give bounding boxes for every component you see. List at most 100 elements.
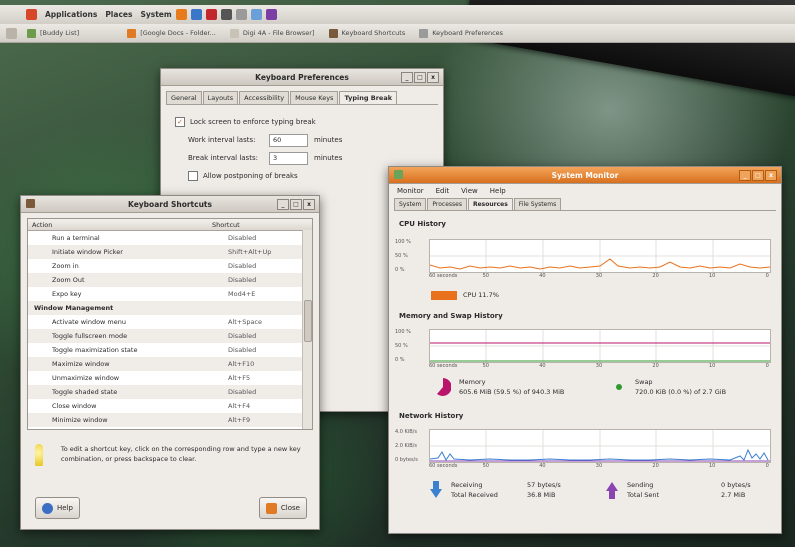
shortcut-cell: Disabled (228, 262, 257, 270)
maximize-button[interactable]: □ (752, 170, 764, 181)
maximize-button[interactable]: □ (290, 199, 302, 210)
network-history-graph (429, 429, 771, 463)
menu-help[interactable]: Help (490, 187, 506, 195)
cpu-color-swatch[interactable] (431, 291, 457, 300)
table-row[interactable]: Minimize window Alt+F9 (28, 413, 312, 427)
action-cell: Zoom Out (52, 276, 85, 284)
action-cell: Initiate window Picker (52, 248, 123, 256)
table-row[interactable]: Initiate window Picker Shift+Alt+Up (28, 245, 312, 259)
table-row[interactable]: Expo key Mod4+E (28, 287, 312, 301)
task-label: Keyboard Preferences (432, 29, 504, 37)
table-body: Run a terminal Disabled Initiate window Pi… (28, 231, 312, 427)
y-tick: 100 % (395, 239, 411, 245)
table-row[interactable]: Unmaximize window Alt+F5 (28, 371, 312, 385)
table-group-row[interactable]: Window Management (28, 301, 312, 315)
minimize-button[interactable]: _ (401, 72, 413, 83)
help-launcher-icon[interactable] (205, 9, 217, 20)
receiving-arrow-icon[interactable] (429, 480, 443, 500)
scrollbar-thumb[interactable] (304, 300, 312, 342)
allow-postponing-checkbox[interactable] (188, 171, 198, 181)
minimize-button[interactable]: _ (739, 170, 751, 181)
action-cell: Zoom in (52, 262, 79, 270)
sending-arrow-icon[interactable] (605, 480, 619, 500)
swap-pie-icon[interactable] (611, 377, 627, 397)
table-row[interactable]: Toggle maximization state Disabled (28, 343, 312, 357)
lock-screen-checkbox[interactable]: ✓ (175, 117, 185, 127)
menu-edit[interactable]: Edit (436, 187, 450, 195)
table-row[interactable]: Run a terminal Disabled (28, 231, 312, 245)
shortcut-cell: Alt+Space (228, 318, 263, 326)
column-header-action[interactable]: Action (28, 221, 212, 229)
break-interval-spinner[interactable]: 3 (269, 151, 308, 165)
table-row[interactable]: Activate window menu Alt+Space (28, 315, 312, 329)
memory-legend: Memory 605.6 MiB (59.5 %) of 940.3 MiB (435, 377, 564, 397)
window-titlebar[interactable]: Keyboard Preferences _ □ x (161, 69, 443, 86)
task-file-browser[interactable]: Digi 4A - File Browser] (226, 26, 319, 40)
memory-pie-icon[interactable] (435, 377, 451, 397)
hint-text: To edit a shortcut key, click on the cor… (60, 445, 301, 463)
help-button[interactable]: Help (35, 497, 80, 519)
menu-monitor[interactable]: Monitor (397, 187, 424, 195)
close-button[interactable]: x (765, 170, 777, 181)
firefox-launcher-icon[interactable] (175, 9, 187, 20)
task-keyboard-preferences[interactable]: Keyboard Preferences (415, 26, 507, 40)
task-google-docs[interactable]: [Google Docs - Folder... (123, 26, 220, 40)
cpu-history-title: CPU History (399, 220, 446, 228)
action-cell: Toggle maximization state (52, 346, 138, 354)
y-tick: 0 % (395, 267, 405, 273)
break-interval-label: Break interval lasts: (188, 154, 258, 162)
table-row[interactable]: Maximize window Alt+F10 (28, 357, 312, 371)
network-launcher-icon[interactable] (250, 9, 262, 20)
menu-system[interactable]: System (140, 10, 171, 19)
tab-file-systems[interactable]: File Systems (513, 198, 562, 210)
window-titlebar[interactable]: System Monitor _ □ x (389, 167, 781, 184)
tab-accessibility[interactable]: Accessibility (239, 91, 290, 104)
window-titlebar[interactable]: Keyboard Shortcuts _ □ x (21, 196, 319, 213)
memory-value: 605.6 MiB (59.5 %) of 940.3 MiB (459, 388, 565, 396)
tab-typing-break[interactable]: Typing Break (339, 91, 398, 104)
swap-label: Swap (635, 378, 653, 386)
menu-places[interactable]: Places (105, 10, 132, 19)
terminal-launcher-icon[interactable] (220, 9, 232, 20)
task-keyboard-shortcuts[interactable]: Keyboard Shortcuts (325, 26, 410, 40)
cpu-legend: CPU 11.7% (431, 291, 499, 300)
receiving-rate: 57 bytes/s (527, 481, 561, 489)
task-buddy-list[interactable]: [Buddy List] (23, 26, 83, 40)
table-row[interactable]: Zoom in Disabled (28, 259, 312, 273)
tab-layouts[interactable]: Layouts (202, 91, 239, 104)
work-interval-spinner[interactable]: 60 (269, 133, 308, 147)
menu-view[interactable]: View (461, 187, 478, 195)
receiving-label: Receiving (451, 481, 483, 489)
tab-processes[interactable]: Processes (427, 198, 467, 210)
tab-general[interactable]: General (166, 91, 202, 104)
table-row[interactable]: Toggle fullscreen mode Disabled (28, 329, 312, 343)
table-row[interactable]: Close window Alt+F4 (28, 399, 312, 413)
column-header-shortcut[interactable]: Shortcut (212, 221, 240, 229)
x-tick: 0 (765, 463, 769, 469)
table-row[interactable]: Zoom Out Disabled (28, 273, 312, 287)
minimize-button[interactable]: _ (277, 199, 289, 210)
x-tick: 10 (709, 273, 716, 279)
media-launcher-icon[interactable] (265, 9, 277, 20)
close-dialog-button[interactable]: Close (258, 497, 307, 519)
close-button[interactable]: x (427, 72, 439, 83)
x-tick: 30 (595, 463, 603, 469)
shortcut-cell: Disabled (228, 388, 257, 396)
show-desktop-icon[interactable] (6, 27, 17, 39)
editor-launcher-icon[interactable] (235, 9, 247, 20)
break-interval-value: 3 (273, 154, 278, 162)
mail-launcher-icon[interactable] (190, 9, 202, 20)
network-history-title: Network History (399, 412, 464, 420)
x-tick: 40 (539, 273, 546, 279)
scrollbar[interactable] (302, 230, 312, 429)
x-tick: 50 (482, 273, 489, 279)
tab-resources[interactable]: Resources (467, 198, 513, 210)
tab-mouse-keys[interactable]: Mouse Keys (290, 91, 339, 104)
close-button[interactable]: x (303, 199, 315, 210)
x-tick: 40 (539, 363, 546, 369)
task-label: Keyboard Shortcuts (341, 29, 406, 37)
tab-system[interactable]: System (394, 198, 427, 210)
maximize-button[interactable]: □ (414, 72, 426, 83)
menu-applications[interactable]: Applications (45, 10, 97, 19)
table-row[interactable]: Toggle shaded state Disabled (28, 385, 312, 399)
